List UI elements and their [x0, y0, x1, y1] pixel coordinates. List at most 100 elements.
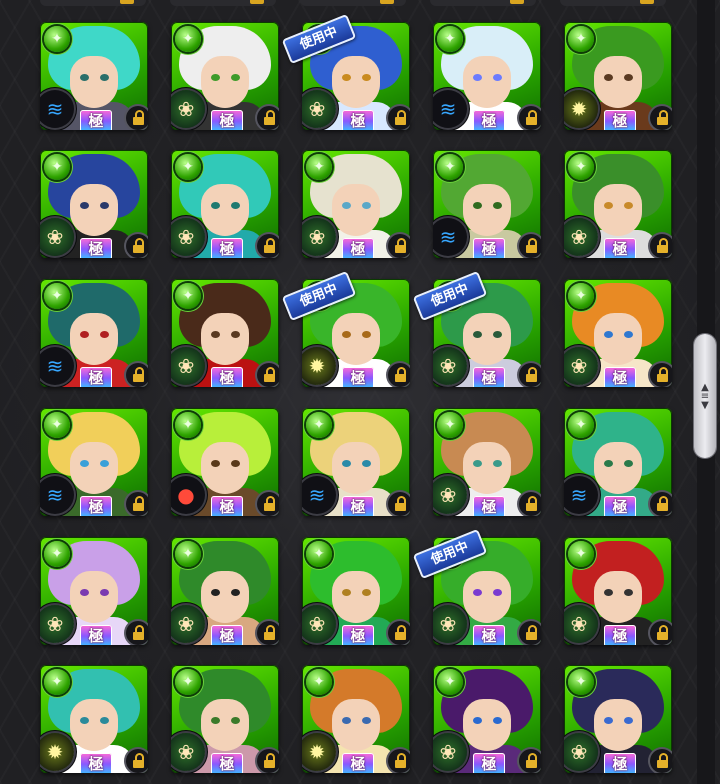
wood-element-icon: ✦ — [437, 26, 463, 52]
lock-icon[interactable] — [388, 492, 410, 516]
rank-badge: 極 — [80, 496, 112, 516]
lock-icon[interactable] — [519, 621, 541, 645]
monster-card[interactable]: ✦✹極 — [564, 22, 672, 130]
monster-card[interactable]: ✦ ≋ 極 — [564, 408, 672, 516]
scrollbar-thumb[interactable]: ▲ ≡ ▼ — [694, 334, 716, 458]
lock-icon[interactable] — [126, 749, 148, 773]
rank-badge: 極 — [473, 367, 505, 387]
rank-badge: 極 — [211, 238, 243, 258]
monster-card[interactable]: ✦❀極 — [564, 665, 672, 773]
lock-icon[interactable] — [388, 363, 410, 387]
lock-icon[interactable] — [519, 749, 541, 773]
wood-element-icon: ✦ — [44, 154, 70, 180]
monster-card[interactable]: ✦❀極 — [564, 537, 672, 645]
rank-badge: 極 — [604, 496, 636, 516]
lock-icon[interactable] — [388, 749, 410, 773]
monster-card[interactable]: ✦❀極 — [564, 150, 672, 258]
lock-icon[interactable] — [388, 234, 410, 258]
monster-box-grid: ✦≋極✦❀極✦❀極使用中✦≋極✦✹極✦❀極✦❀極✦❀極✦≋極✦❀極✦≋極✦❀極✦… — [0, 0, 690, 784]
lock-icon[interactable] — [388, 106, 410, 130]
monster-card[interactable]: ✦ ● 極 — [171, 408, 279, 516]
wood-element-icon: ✦ — [175, 412, 201, 438]
rank-badge: 極 — [80, 753, 112, 773]
rank-badge: 極 — [80, 625, 112, 645]
rank-badge: 極 — [342, 367, 374, 387]
monster-card[interactable]: ✦❀極 — [40, 150, 148, 258]
monster-card[interactable]: ✦ ≋ 極 — [433, 22, 541, 130]
rank-badge: 極 — [80, 367, 112, 387]
rank-badge: 極 — [473, 753, 505, 773]
lock-icon[interactable] — [519, 234, 541, 258]
monster-card[interactable]: ✦❀極 — [171, 537, 279, 645]
monster-card[interactable]: ✦✹極 — [40, 665, 148, 773]
wood-element-icon: ✦ — [568, 283, 594, 309]
lock-icon[interactable] — [257, 363, 279, 387]
wood-element-icon: ✦ — [568, 154, 594, 180]
rank-badge: 極 — [80, 110, 112, 130]
wood-element-icon: ✦ — [568, 541, 594, 567]
wood-element-icon: ✦ — [175, 26, 201, 52]
lock-icon[interactable] — [388, 621, 410, 645]
wood-element-icon: ✦ — [175, 541, 201, 567]
rank-badge: 極 — [473, 625, 505, 645]
wood-element-icon: ✦ — [306, 669, 332, 695]
monster-card[interactable]: ✦❀極 — [564, 279, 672, 387]
rank-badge: 極 — [473, 110, 505, 130]
rank-badge: 極 — [211, 110, 243, 130]
rank-badge: 極 — [342, 238, 374, 258]
monster-card[interactable]: ✦❀極 — [433, 408, 541, 516]
monster-card[interactable]: ✦ ≋ 極 — [40, 22, 148, 130]
lock-icon[interactable] — [257, 234, 279, 258]
wood-element-icon: ✦ — [175, 669, 201, 695]
lock-icon[interactable] — [257, 621, 279, 645]
scroll-down-icon: ▼ — [701, 399, 709, 411]
lock-icon[interactable] — [257, 492, 279, 516]
lock-icon[interactable] — [650, 234, 672, 258]
rank-badge: 極 — [342, 753, 374, 773]
lock-icon[interactable] — [650, 621, 672, 645]
lock-icon[interactable] — [126, 106, 148, 130]
monster-card[interactable]: ✦✹極 — [302, 665, 410, 773]
lock-icon[interactable] — [257, 749, 279, 773]
monster-card[interactable]: ✦❀極 — [171, 150, 279, 258]
lock-icon[interactable] — [126, 621, 148, 645]
lock-icon[interactable] — [519, 106, 541, 130]
monster-card[interactable]: ✦❀極 — [302, 150, 410, 258]
monster-card[interactable]: ✦❀極 — [40, 537, 148, 645]
wood-element-icon: ✦ — [44, 283, 70, 309]
rank-badge: 極 — [604, 625, 636, 645]
lock-icon[interactable] — [650, 749, 672, 773]
wood-element-icon: ✦ — [437, 154, 463, 180]
monster-card[interactable]: ✦ ≋ 極 — [302, 408, 410, 516]
wood-element-icon: ✦ — [44, 26, 70, 52]
lock-icon[interactable] — [519, 492, 541, 516]
lock-icon[interactable] — [126, 492, 148, 516]
wood-element-icon: ✦ — [44, 412, 70, 438]
lock-icon[interactable] — [650, 492, 672, 516]
lock-icon[interactable] — [126, 234, 148, 258]
wood-element-icon: ✦ — [568, 412, 594, 438]
wood-element-icon: ✦ — [175, 283, 201, 309]
monster-card[interactable]: ✦ ≋ 極 — [40, 279, 148, 387]
monster-card[interactable]: ✦❀極 — [433, 665, 541, 773]
rank-badge: 極 — [211, 753, 243, 773]
lock-icon[interactable] — [519, 363, 541, 387]
rank-badge: 極 — [211, 625, 243, 645]
lock-icon[interactable] — [650, 363, 672, 387]
wood-element-icon: ✦ — [437, 412, 463, 438]
wood-element-icon: ✦ — [568, 26, 594, 52]
lock-icon[interactable] — [126, 363, 148, 387]
rank-badge: 極 — [604, 753, 636, 773]
monster-card[interactable]: ✦ ≋ 極 — [40, 408, 148, 516]
monster-card[interactable]: ✦ ≋ 極 — [433, 150, 541, 258]
lock-icon[interactable] — [650, 106, 672, 130]
wood-element-icon: ✦ — [306, 154, 332, 180]
lock-icon[interactable] — [257, 106, 279, 130]
monster-card[interactable]: ✦❀極 — [171, 22, 279, 130]
monster-card[interactable]: ✦❀極 — [302, 537, 410, 645]
monster-card[interactable]: ✦❀極 — [171, 665, 279, 773]
wood-element-icon: ✦ — [175, 154, 201, 180]
rank-badge: 極 — [473, 238, 505, 258]
wood-element-icon: ✦ — [44, 541, 70, 567]
monster-card[interactable]: ✦❀極 — [171, 279, 279, 387]
